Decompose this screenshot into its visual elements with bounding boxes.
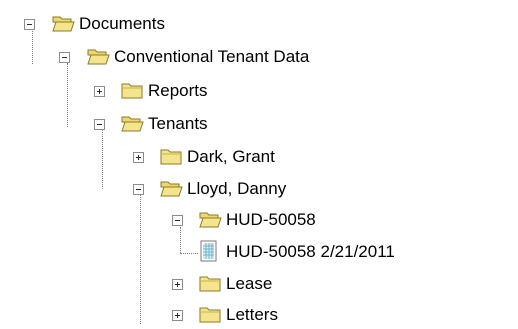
tree-node-hud-50058[interactable]: HUD-50058 [172,209,372,231]
folder-closed-icon [160,147,183,166]
expand-toggle[interactable] [94,86,105,97]
tree-connector [67,63,68,127]
folder-closed-icon [199,274,222,293]
tree-node-label: Lease [226,274,273,293]
tree-node-hud-50058-2-21-2011[interactable]: HUD-50058 2/21/2011 [197,240,515,262]
tree-node-lloyd-danny[interactable]: Lloyd, Danny [133,178,333,200]
tree-node-label: Tenants [148,114,208,133]
tree-node-letters[interactable]: Letters [172,304,372,326]
folder-open-icon [160,179,183,198]
tree-node-conventional-tenant-data[interactable]: Conventional Tenant Data [59,46,379,68]
collapse-toggle[interactable] [24,19,35,30]
folder-open-icon [87,47,110,66]
collapse-toggle[interactable] [172,215,183,226]
tree-node-documents[interactable]: Documents [24,13,184,35]
folder-open-icon [199,210,222,229]
tree-node-label: Letters [226,305,278,324]
tree-node-reports[interactable]: Reports [94,80,274,102]
expand-toggle[interactable] [172,310,183,321]
folder-open-icon [121,114,144,133]
expand-toggle[interactable] [133,152,144,163]
tree-node-label: HUD-50058 [226,210,316,229]
folder-closed-icon [121,81,144,100]
collapse-toggle[interactable] [133,184,144,195]
expand-toggle[interactable] [172,279,183,290]
form-document-icon [199,240,219,262]
tree-node-dark-grant[interactable]: Dark, Grant [133,146,333,168]
collapse-toggle[interactable] [94,119,105,130]
tree-node-label: Lloyd, Danny [187,179,287,198]
tree-node-label: Conventional Tenant Data [114,47,310,66]
tree-node-label: Dark, Grant [187,147,275,166]
collapse-toggle[interactable] [59,52,70,63]
folder-tree: Documents Conventional Tenant Data Repor… [0,0,518,324]
tree-node-label: Reports [148,81,208,100]
tree-connector [102,128,103,189]
tree-node-lease[interactable]: Lease [172,273,372,295]
tree-connector [180,253,198,254]
folder-closed-icon [199,305,222,324]
tree-connector [140,193,141,324]
tree-node-label: Documents [79,14,165,33]
tree-node-tenants[interactable]: Tenants [94,113,274,135]
tree-node-label: HUD-50058 2/21/2011 [226,242,395,261]
folder-open-icon [52,14,75,33]
